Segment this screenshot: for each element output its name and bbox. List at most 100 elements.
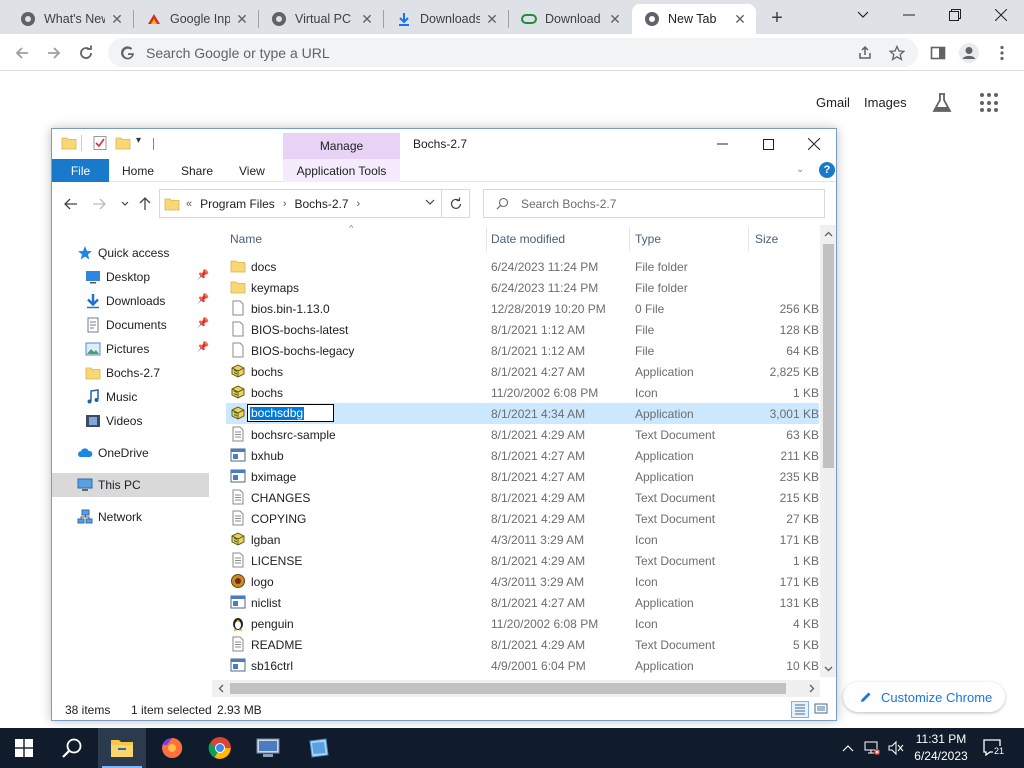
taskbar-remote-desktop[interactable] [244,728,292,768]
file-row[interactable]: bochs 11/20/2002 6:08 PM Icon 1 KB [226,382,819,403]
column-header-name[interactable]: Name [230,229,480,249]
profile-button[interactable] [957,41,981,65]
taskbar-chrome[interactable] [196,728,244,768]
pin-icon[interactable]: 📌 [197,342,209,353]
nav-item-documents[interactable]: Documents 📌 [52,313,209,337]
nav-item-downloads[interactable]: Downloads 📌 [52,289,209,313]
close-icon[interactable]: ✕ [732,11,748,27]
ribbon-tab-home[interactable]: Home [122,164,154,178]
file-row[interactable]: bochsdbg 8/1/2021 4:34 AM Application 3,001… [226,403,819,424]
ribbon-tab-file[interactable]: File [52,159,109,182]
properties-icon[interactable] [92,135,108,151]
column-divider[interactable] [629,227,630,251]
reload-button[interactable] [74,41,98,65]
nav-item-music[interactable]: Music [52,385,209,409]
up-button[interactable] [136,195,154,213]
chevron-right-icon[interactable]: › [283,198,287,210]
nav-item-pictures[interactable]: Pictures 📌 [52,337,209,361]
scroll-up-icon[interactable] [820,225,836,242]
new-tab-button[interactable]: + [766,7,788,29]
omnibox[interactable]: Search Google or type a URL [108,38,918,67]
bookmark-button[interactable] [886,42,908,64]
search-button[interactable] [48,728,96,768]
maximize-button[interactable] [745,129,791,159]
volume-muted-icon[interactable] [886,738,906,758]
start-button[interactable] [0,728,48,768]
tab-whats-new[interactable]: What's New ✕ [8,4,133,34]
back-button[interactable] [62,195,80,213]
horizontal-scrollbar[interactable] [212,680,820,697]
side-panel-button[interactable] [926,41,950,65]
file-row[interactable]: bxhub 8/1/2021 4:27 AM Application 211 KB [226,445,819,466]
close-icon[interactable]: ✕ [607,11,623,27]
tab-downloads[interactable]: Downloads ✕ [384,4,508,34]
gmail-link[interactable]: Gmail [816,95,850,110]
file-row[interactable]: BIOS-bochs-legacy 8/1/2021 1:12 AM File 64 … [226,340,819,361]
details-view-button[interactable] [791,701,809,718]
scrollbar-thumb[interactable] [230,683,786,694]
large-icons-view-button[interactable] [813,701,831,718]
file-row[interactable]: README 8/1/2021 4:29 AM Text Document 5 KB [226,634,819,655]
tab-search-button[interactable] [840,0,886,30]
file-row[interactable]: bochsrc-sample 8/1/2021 4:29 AM Text Docum… [226,424,819,445]
images-link[interactable]: Images [864,95,907,110]
file-row[interactable]: niclist 8/1/2021 4:27 AM Application 131 KB [226,592,819,613]
chevron-up-icon[interactable] [838,738,858,758]
taskbar-firefox[interactable] [148,728,196,768]
address-bar[interactable]: « Program Files › Bochs-2.7 › [159,189,442,218]
file-row[interactable]: keymaps 6/24/2023 11:24 PM File folder [226,277,819,298]
file-row[interactable]: bios.bin-1.13.0 12/28/2019 10:20 PM 0 File… [226,298,819,319]
file-row[interactable]: lgban 4/3/2011 3:29 AM Icon 171 KB [226,529,819,550]
notification-center-button[interactable]: 21 [982,738,1006,758]
column-header-date[interactable]: Date modified [491,229,626,249]
nav-item-desktop[interactable]: Desktop 📌 [52,265,209,289]
chevron-down-icon[interactable] [425,197,435,208]
breadcrumb-item-bochs[interactable]: Bochs-2.7 [294,197,348,211]
close-icon[interactable]: ✕ [109,11,125,27]
restore-button[interactable] [932,0,978,30]
file-row[interactable]: penguin 11/20/2002 6:08 PM Icon 4 KB [226,613,819,634]
tab-new-tab[interactable]: New Tab ✕ [632,4,756,34]
taskbar-file-explorer[interactable] [98,728,146,768]
ribbon-tab-view[interactable]: View [239,164,265,178]
network-status-icon[interactable] [862,738,882,758]
ribbon-tab-share[interactable]: Share [181,164,213,178]
customize-chrome-button[interactable]: Customize Chrome [843,682,1005,712]
rename-input[interactable]: bochsdbg [247,404,334,422]
taskbar-clock[interactable]: 11:31 PM 6/24/2023 [910,731,972,765]
file-row[interactable]: bximage 8/1/2021 4:27 AM Application 235 KB [226,466,819,487]
minimize-button[interactable] [886,0,932,30]
file-row[interactable]: bochs 8/1/2021 4:27 AM Application 2,825 KB [226,361,819,382]
breadcrumb-overflow[interactable]: « [186,198,192,210]
nav-item-this-pc[interactable]: This PC [52,473,209,497]
share-button[interactable] [854,42,876,64]
ribbon-tab-application-tools[interactable]: Application Tools [283,159,400,182]
file-row[interactable]: COPYING 8/1/2021 4:29 AM Text Document 27 K… [226,508,819,529]
pin-icon[interactable]: 📌 [197,318,209,329]
back-button[interactable] [10,41,34,65]
chrome-menu-button[interactable] [990,41,1014,65]
scroll-right-icon[interactable] [803,680,820,697]
google-apps-button[interactable] [980,93,1000,113]
forward-button[interactable] [90,195,108,213]
column-divider[interactable] [748,227,749,251]
new-folder-icon[interactable] [115,135,131,151]
column-divider[interactable] [486,227,487,251]
chevron-down-icon[interactable]: ▾ [136,135,141,146]
close-window-button[interactable] [791,129,836,159]
minimize-button[interactable] [699,129,745,159]
manage-tab[interactable]: Manage [283,133,400,159]
tab-google-input[interactable]: Google Input ✕ [134,4,258,34]
refresh-button[interactable] [442,189,470,218]
scroll-down-icon[interactable] [820,660,836,677]
vertical-scrollbar[interactable] [820,225,836,677]
tab-virtual-pc[interactable]: Virtual PC ✕ [259,4,383,34]
nav-item-videos[interactable]: Videos [52,409,209,433]
close-icon[interactable]: ✕ [359,11,375,27]
file-row[interactable]: LICENSE 8/1/2021 4:29 AM Text Document 1 KB [226,550,819,571]
file-row[interactable]: logo 4/3/2011 3:29 AM Icon 171 KB [226,571,819,592]
scrollbar-thumb[interactable] [823,244,834,468]
close-icon[interactable]: ✕ [234,11,250,27]
file-row[interactable]: BIOS-bochs-latest 8/1/2021 1:12 AM File 128… [226,319,819,340]
breadcrumb-item-program-files[interactable]: Program Files [200,197,275,211]
